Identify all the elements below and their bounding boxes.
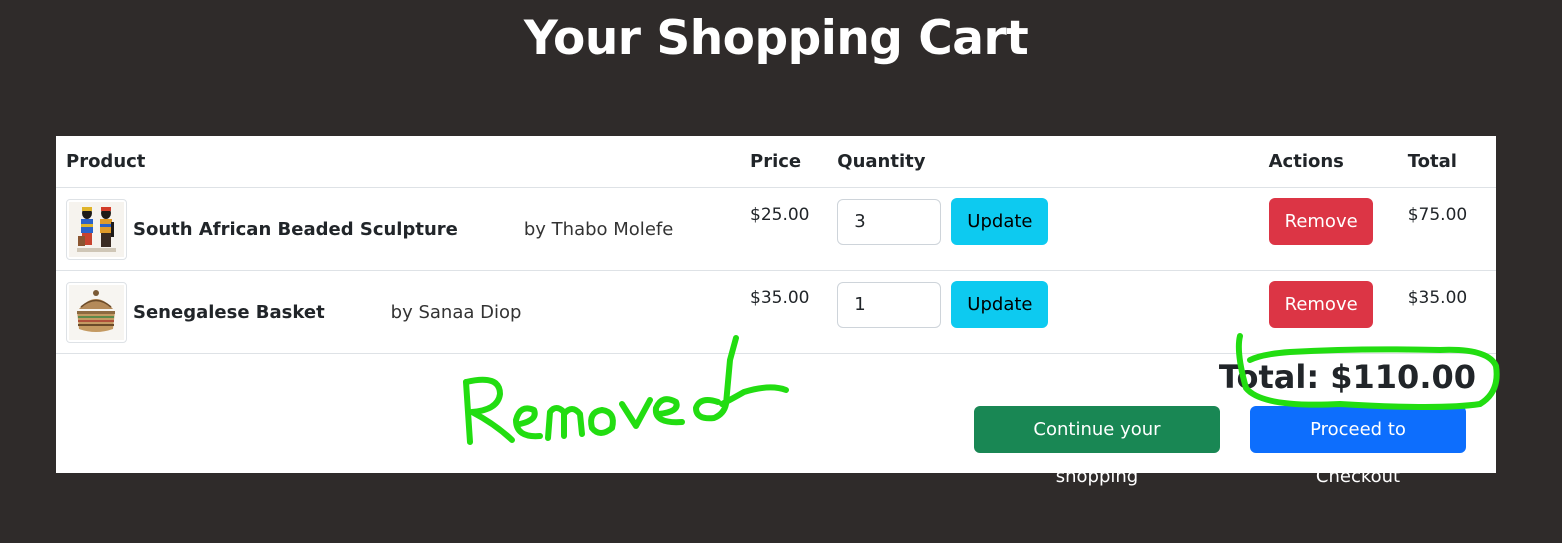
update-button[interactable]: Update [951,281,1049,328]
header-price: Price [750,136,838,188]
table-header-row: Product Price Quantity Actions Total [56,136,1496,188]
page-title: Your Shopping Cart [523,11,1029,66]
item-price: $35.00 [750,288,810,308]
product-name: South African Beaded Sculpture [133,218,458,240]
product-name: Senegalese Basket [133,301,325,323]
continue-shopping-button[interactable]: Continue your shopping [974,406,1220,487]
cart-table: Product Price Quantity Actions Total Sou… [56,136,1496,354]
table-row: South African Beaded Sculpture by Thabo … [56,187,1496,271]
product-thumbnail-sculpture [66,198,127,260]
sculpture-image [69,201,124,257]
product-cell: South African Beaded Sculpture by Thabo … [56,187,751,271]
product-thumbnail-basket [66,281,127,343]
quantity-input[interactable] [837,198,942,245]
remove-button[interactable]: Remove [1268,198,1373,245]
header-actions: Actions [1268,136,1408,188]
price-cell: $35.00 [750,270,838,354]
cart-footer: Total: $110.00 Continue your shopping Pr… [56,354,1496,487]
basket-image [69,284,124,340]
actions-cell: Remove [1268,270,1408,354]
table-row: Senegalese Basket by Sanaa Diop $35.00 U… [56,270,1496,354]
header-total: Total [1407,136,1496,188]
update-button[interactable]: Update [951,198,1049,245]
price-cell: $25.00 [750,187,838,271]
cart-panel: Product Price Quantity Actions Total Sou… [56,136,1496,487]
total-cell: $75.00 [1407,187,1496,271]
header-quantity: Quantity [837,136,1269,188]
product-author: by Thabo Molefe [523,218,674,240]
product-author: by Sanaa Diop [390,301,522,323]
product-cell: Senegalese Basket by Sanaa Diop [56,270,751,354]
item-total: $75.00 [1407,205,1468,225]
quantity-cell: Update [837,187,1269,271]
quantity-cell: Update [837,270,1269,354]
item-total: $35.00 [1407,288,1468,308]
quantity-input[interactable] [837,281,942,328]
checkout-button[interactable]: Proceed to Checkout [1250,406,1466,487]
header-product: Product [56,136,751,188]
item-price: $25.00 [750,205,810,225]
total-cell: $35.00 [1407,270,1496,354]
remove-button[interactable]: Remove [1268,281,1373,328]
actions-cell: Remove [1268,187,1408,271]
grand-total: Total: $110.00 [1218,358,1476,396]
